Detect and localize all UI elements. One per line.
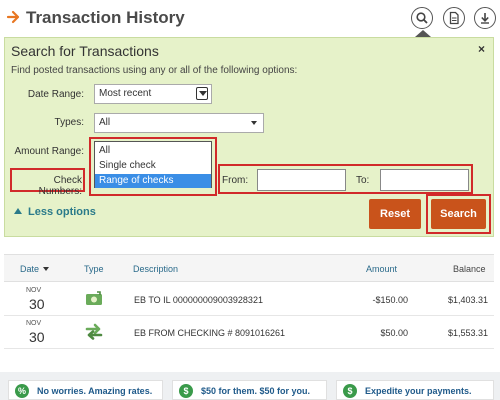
less-options-label: Less options <box>28 206 96 218</box>
search-panel-title: Search for Transactions <box>11 43 159 59</box>
to-label: To: <box>356 175 370 186</box>
to-check-input[interactable] <box>380 169 469 191</box>
row-balance: $1,403.31 <box>447 295 488 305</box>
balance-column-header: Balance <box>453 264 486 274</box>
date-header-label: Date <box>20 264 40 274</box>
amount-column-header[interactable]: Amount <box>366 264 397 274</box>
types-label: Types: <box>54 117 84 128</box>
arrow-right-icon <box>6 10 20 24</box>
deposit-icon <box>86 291 102 305</box>
check-numbers-label: Check Numbers: <box>38 175 82 197</box>
chevron-down-icon <box>251 121 257 125</box>
search-icon[interactable] <box>411 7 433 29</box>
row-month: NOV <box>26 320 42 327</box>
less-options-link[interactable]: Less options <box>14 206 96 218</box>
promo-card-referral[interactable]: $ $50 for them. $50 for you. <box>172 380 327 400</box>
table-row[interactable]: NOV 30 EB TO IL 000000009003928321 -$150… <box>4 284 494 316</box>
page-title: Transaction History <box>26 8 185 27</box>
close-icon[interactable]: × <box>478 42 485 56</box>
date-range-value: Most recent <box>99 88 152 99</box>
promo-card-expedite[interactable]: $ Expedite your payments. <box>336 380 494 400</box>
search-panel-subtitle: Find posted transactions using any or al… <box>11 65 298 76</box>
row-amount: $50.00 <box>380 328 408 338</box>
transfer-icon <box>85 323 103 340</box>
table-row[interactable]: NOV 30 EB FROM CHECKING # 8091016261 $50… <box>4 317 494 349</box>
from-label: From: <box>222 175 249 186</box>
type-column-header[interactable]: Type <box>84 264 104 274</box>
date-range-select[interactable]: Most recent <box>94 84 212 104</box>
expedite-icon: $ <box>343 384 357 398</box>
row-day: 30 <box>29 296 45 312</box>
promo-card-rates[interactable]: % No worries. Amazing rates. <box>8 380 163 400</box>
panel-caret <box>415 30 431 37</box>
row-day: 30 <box>29 329 45 345</box>
row-description: EB FROM CHECKING # 8091016261 <box>134 328 286 338</box>
dollar-icon: $ <box>179 384 193 398</box>
types-select[interactable]: All <box>94 113 264 133</box>
chevron-up-icon <box>14 208 22 214</box>
dropdown-option-all[interactable]: All <box>95 144 211 158</box>
description-column-header[interactable]: Description <box>133 264 178 274</box>
row-month: NOV <box>26 287 42 294</box>
row-amount: -$150.00 <box>372 295 408 305</box>
chevron-down-icon <box>196 87 208 100</box>
promo-strip: % No worries. Amazing rates. $ $50 for t… <box>0 372 500 400</box>
check-numbers-dropdown[interactable]: All Single check Range of checks <box>94 141 212 188</box>
download-icon[interactable] <box>474 7 496 29</box>
date-range-label: Date Range: <box>27 89 84 100</box>
dropdown-option-range-of-checks[interactable]: Range of checks <box>95 174 211 188</box>
reset-button[interactable]: Reset <box>369 199 421 229</box>
types-value: All <box>99 117 111 128</box>
table-header: Date Type Description Amount Balance <box>4 254 494 282</box>
page-header: Transaction History <box>0 0 500 37</box>
promo-text: Expedite your payments. <box>365 386 472 396</box>
date-column-header[interactable]: Date <box>20 264 50 274</box>
document-icon[interactable] <box>443 7 465 29</box>
promo-text: No worries. Amazing rates. <box>37 386 153 396</box>
amount-range-label: Amount Range: <box>14 146 85 157</box>
row-description: EB TO IL 000000009003928321 <box>134 295 263 305</box>
row-balance: $1,553.31 <box>447 328 488 338</box>
promo-text: $50 for them. $50 for you. <box>201 386 311 396</box>
search-button[interactable]: Search <box>431 199 486 229</box>
from-check-input[interactable] <box>257 169 346 191</box>
sort-down-icon <box>43 267 50 271</box>
dropdown-option-single-check[interactable]: Single check <box>95 159 211 173</box>
percent-icon: % <box>15 384 29 398</box>
